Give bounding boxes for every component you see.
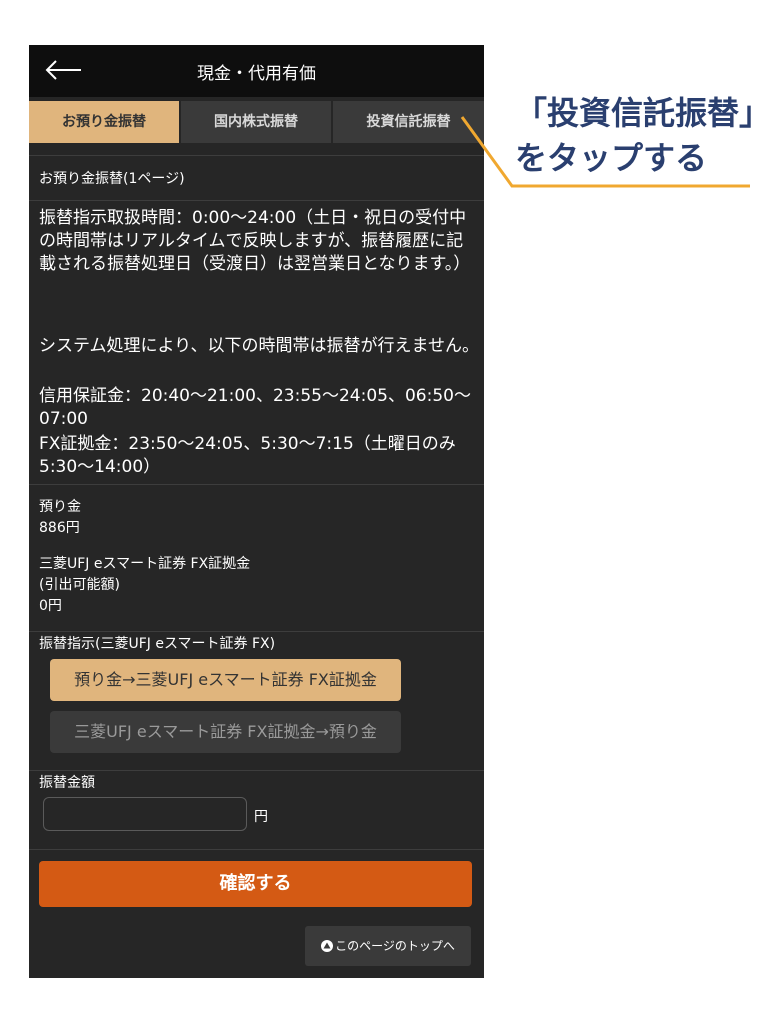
top-bar: 現金・代用有価 (29, 45, 484, 97)
divider (29, 155, 484, 156)
callout-line-1: 「投資信託振替」 (515, 94, 772, 132)
deposit-label: 預り金 (39, 499, 81, 515)
app-screen: 現金・代用有価 お預り金振替 国内株式振替 投資信託振替 お預り金振替(1ページ… (29, 45, 484, 978)
deposit-value: 886円 (39, 520, 80, 536)
divider (29, 849, 484, 850)
amount-unit: 円 (254, 809, 268, 825)
section-title: お預り金振替(1ページ) (39, 171, 185, 187)
tab-deposit-transfer[interactable]: お預り金振替 (29, 101, 179, 143)
divider (29, 484, 484, 485)
notice-margin-times: 信用保証金：20:40〜21:00、23:55〜24:05、06:50〜07:0… (39, 386, 471, 429)
amount-label: 振替金額 (39, 775, 95, 791)
tab-investment-trust-transfer[interactable]: 投資信託振替 (333, 101, 484, 143)
fx-margin-value: 0円 (39, 598, 62, 614)
to-top-label: このページのトップへ (335, 939, 455, 953)
confirm-button[interactable]: 確認する (39, 861, 472, 907)
notice-system: システム処理により、以下の時間帯は振替が行えません。 (39, 336, 479, 356)
fx-to-deposit-button[interactable]: 三菱UFJ eスマート証券 FX証拠金→預り金 (50, 711, 401, 753)
fx-margin-label: 三菱UFJ eスマート証券 FX証拠金 (39, 556, 251, 572)
notice-hours: 振替指示取扱時間：0:00〜24:00（土日・祝日の受付中の時間帯はリアルタイム… (39, 208, 471, 274)
divider (29, 770, 484, 771)
callout-line-2: をタップする (515, 139, 708, 177)
deposit-to-fx-button[interactable]: 預り金→三菱UFJ eスマート証券 FX証拠金 (50, 659, 401, 701)
fx-margin-sublabel: (引出可能額) (39, 577, 120, 593)
transfer-direction-label: 振替指示(三菱UFJ eスマート証券 FX) (39, 636, 276, 652)
divider (29, 631, 484, 632)
tab-domestic-stock-transfer[interactable]: 国内株式振替 (181, 101, 331, 143)
divider (29, 200, 484, 201)
notice-fx-times: FX証拠金：23:50〜24:05、5:30〜7:15（土曜日のみ5:30〜14… (39, 434, 456, 477)
tab-bar: お預り金振替 国内株式振替 投資信託振替 (29, 97, 484, 143)
to-top-link[interactable]: このページのトップへ (305, 926, 471, 966)
page-title: 現金・代用有価 (197, 64, 316, 84)
amount-input[interactable] (43, 797, 247, 831)
up-triangle-icon (321, 928, 334, 952)
